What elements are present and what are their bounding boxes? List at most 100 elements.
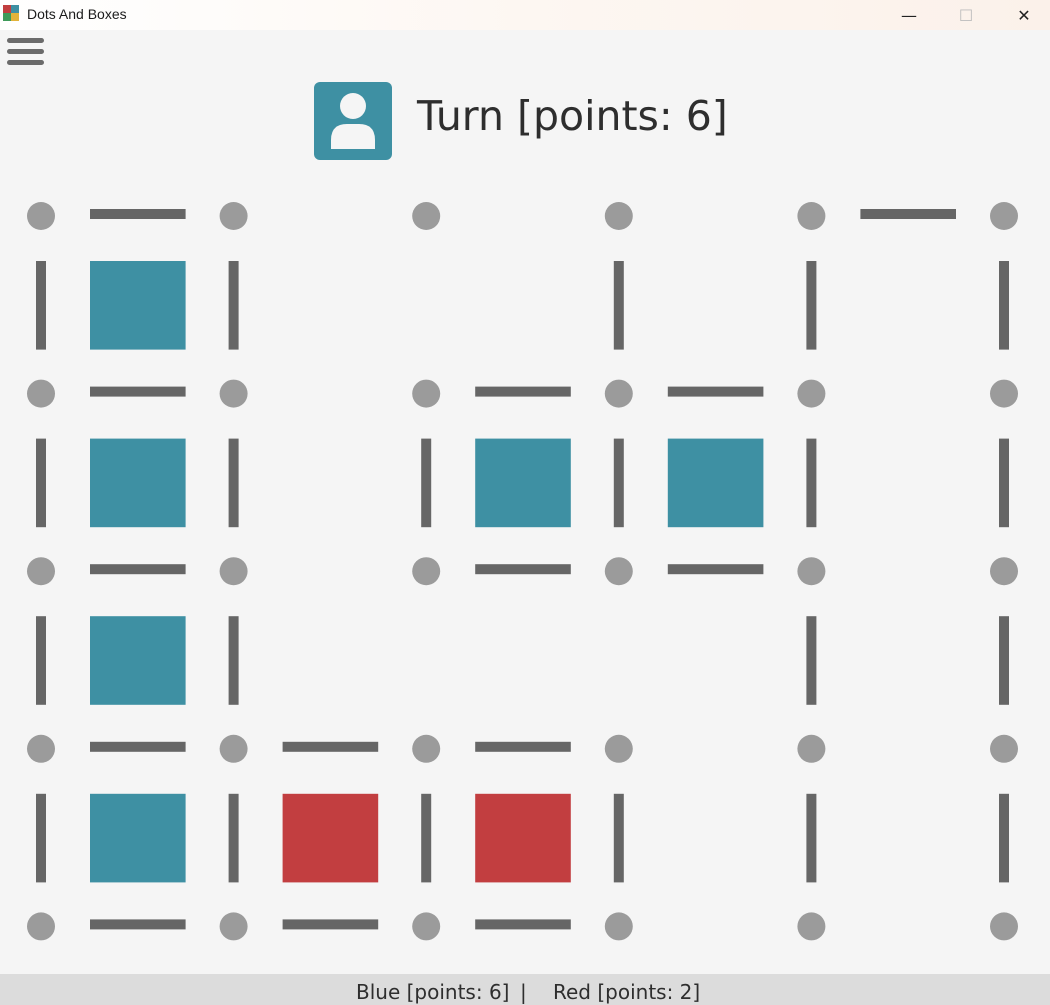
- status-bar: Blue [points: 6] | Red [points: 2]: [0, 974, 1050, 1005]
- empty-horizontal-slot[interactable]: [860, 387, 956, 397]
- grid-dot: [990, 379, 1018, 408]
- grid-dot: [27, 202, 55, 230]
- grid-dot: [797, 202, 826, 230]
- vertical-line: [228, 793, 239, 883]
- empty-horizontal-slot[interactable]: [860, 742, 956, 752]
- horizontal-line: [667, 564, 764, 575]
- grid-dot: [604, 912, 633, 941]
- menu-bar-icon: [7, 49, 44, 54]
- grid-dot: [27, 912, 55, 941]
- empty-horizontal-slot[interactable]: [475, 209, 571, 219]
- minimize-button[interactable]: —: [880, 0, 938, 30]
- vertical-line: [613, 793, 624, 883]
- grid-dot: [797, 379, 826, 408]
- vertical-line: [36, 616, 46, 705]
- grid-dot: [412, 734, 441, 763]
- grid-dot: [990, 557, 1018, 586]
- vertical-line: [613, 438, 624, 528]
- horizontal-line: [667, 386, 764, 397]
- vertical-line: [806, 438, 817, 528]
- close-icon: ✕: [1017, 5, 1031, 25]
- grid-dot: [990, 734, 1018, 763]
- horizontal-line: [282, 919, 379, 930]
- box-red: [475, 793, 571, 883]
- vertical-line: [999, 261, 1009, 350]
- current-player-avatar: [314, 82, 392, 160]
- vertical-line: [999, 438, 1009, 528]
- grid-dot: [219, 734, 248, 763]
- user-icon: [331, 93, 375, 149]
- empty-horizontal-slot[interactable]: [668, 209, 764, 219]
- vertical-line: [36, 793, 46, 883]
- grid-dot: [412, 202, 441, 230]
- grid-dot: [797, 557, 826, 586]
- grid-dot: [219, 912, 248, 941]
- box-blue: [90, 438, 186, 528]
- grid-dot: [797, 912, 826, 941]
- empty-horizontal-slot[interactable]: [283, 387, 379, 397]
- vertical-line: [228, 261, 239, 350]
- minimize-icon: —: [901, 5, 917, 25]
- vertical-line: [806, 261, 817, 350]
- empty-horizontal-slot[interactable]: [283, 564, 379, 574]
- empty-vertical-slot[interactable]: [614, 616, 624, 705]
- vertical-line: [999, 616, 1009, 705]
- box-blue: [667, 438, 764, 528]
- vertical-line: [421, 793, 432, 883]
- window-title: Dots And Boxes: [27, 6, 127, 22]
- horizontal-line: [90, 386, 186, 397]
- maximize-icon: ☐: [958, 5, 974, 25]
- box-blue: [475, 438, 571, 528]
- empty-horizontal-slot[interactable]: [668, 919, 764, 929]
- box-blue: [90, 616, 186, 705]
- red-score: Red [points: 2]: [553, 980, 701, 1004]
- menu-bar-icon: [7, 60, 44, 65]
- grid-dot: [27, 734, 55, 763]
- horizontal-line: [90, 919, 186, 930]
- empty-vertical-slot[interactable]: [421, 261, 431, 350]
- empty-horizontal-slot[interactable]: [283, 209, 379, 219]
- status-separator: |: [520, 980, 527, 1004]
- grid-dot: [990, 202, 1018, 230]
- box-red: [282, 793, 379, 883]
- horizontal-line: [860, 209, 956, 219]
- empty-horizontal-slot[interactable]: [668, 742, 764, 752]
- vertical-line: [36, 438, 46, 528]
- vertical-line: [806, 616, 817, 705]
- grid-dot: [412, 379, 441, 408]
- empty-vertical-slot[interactable]: [421, 616, 431, 705]
- horizontal-line: [90, 564, 186, 575]
- menu-bar-icon: [7, 38, 44, 43]
- turn-indicator: Turn [points: 6]: [417, 92, 728, 140]
- hamburger-menu-button[interactable]: [7, 38, 44, 68]
- vertical-line: [36, 261, 46, 350]
- vertical-line: [228, 438, 239, 528]
- grid-dot: [604, 734, 633, 763]
- game-board[interactable]: [0, 180, 1050, 960]
- vertical-line: [999, 793, 1009, 883]
- empty-horizontal-slot[interactable]: [860, 919, 956, 929]
- vertical-line: [421, 438, 432, 528]
- grid-dot: [604, 557, 633, 586]
- grid-dot: [604, 202, 633, 230]
- blue-score: Blue [points: 6]: [356, 980, 510, 1004]
- grid-dot: [797, 734, 826, 763]
- maximize-button: ☐: [937, 0, 995, 30]
- app-icon: [3, 5, 19, 21]
- horizontal-line: [475, 386, 571, 397]
- horizontal-line: [282, 741, 379, 752]
- vertical-line: [228, 616, 239, 705]
- grid-dot: [219, 379, 248, 408]
- empty-horizontal-slot[interactable]: [860, 564, 956, 574]
- box-blue: [90, 261, 186, 350]
- horizontal-line: [90, 741, 186, 752]
- vertical-line: [806, 793, 817, 883]
- box-blue: [90, 793, 186, 883]
- horizontal-line: [475, 741, 571, 752]
- grid-dot: [219, 557, 248, 586]
- horizontal-line: [475, 564, 571, 575]
- close-button[interactable]: ✕: [995, 0, 1050, 30]
- grid-dot: [27, 379, 55, 408]
- grid-dot: [412, 912, 441, 941]
- vertical-line: [613, 261, 624, 350]
